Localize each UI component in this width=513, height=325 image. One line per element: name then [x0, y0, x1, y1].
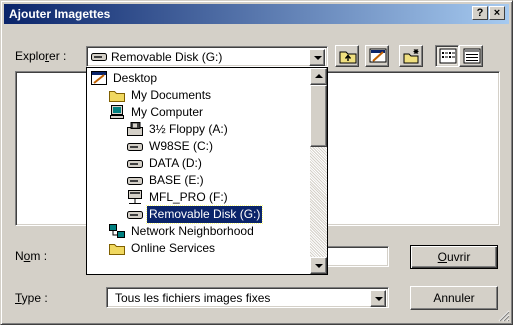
- desktop-icon: [91, 71, 107, 91]
- file-type-dropdown-button[interactable]: [370, 290, 386, 307]
- desktop-icon: [369, 48, 387, 63]
- window-title: Ajouter Imagettes: [9, 7, 111, 21]
- file-type-value: Tous les fichiers images fixes: [115, 291, 271, 305]
- dropdown-item-label: W98SE (C:): [149, 139, 214, 153]
- new-folder-icon: [403, 49, 419, 64]
- chevron-down-icon: [315, 264, 323, 268]
- dropdown-item-label: Removable Disk (G:): [145, 205, 264, 224]
- details-view-button[interactable]: [459, 45, 483, 67]
- dropdown-scrollbar[interactable]: [310, 68, 327, 274]
- explorer-label: Explorer :: [15, 49, 67, 63]
- up-one-level-button[interactable]: [335, 45, 359, 67]
- chevron-down-icon: [375, 297, 383, 301]
- dropdown-item-label: Network Neighborhood: [131, 224, 254, 238]
- dropdown-item-label: BASE (E:): [149, 173, 204, 187]
- name-label: Nom :: [15, 249, 48, 263]
- title-bar: Ajouter Imagettes ? ×: [4, 4, 509, 24]
- file-type-select[interactable]: Tous les fichiers images fixes: [106, 287, 389, 308]
- type-label: Type :: [15, 291, 48, 305]
- help-button[interactable]: ?: [472, 6, 488, 20]
- dropdown-item-label: My Computer: [131, 105, 204, 119]
- dropdown-item-label: MFL_PRO (F:): [149, 190, 228, 204]
- dropdown-item-label: Desktop: [113, 71, 158, 85]
- dropdown-item-label: DATA (D:): [149, 156, 202, 170]
- cancel-button[interactable]: Annuler: [410, 286, 498, 310]
- open-button[interactable]: Ouvrir: [410, 245, 498, 269]
- desktop-button[interactable]: [365, 45, 389, 67]
- scroll-thumb[interactable]: [310, 85, 327, 147]
- scroll-up-button[interactable]: [310, 68, 327, 85]
- close-button[interactable]: ×: [489, 6, 505, 20]
- dropdown-item-label: Online Services: [131, 241, 216, 255]
- help-icon: ?: [476, 7, 484, 19]
- scroll-down-button[interactable]: [310, 257, 327, 274]
- resize-grip-icon[interactable]: [497, 309, 510, 322]
- drive-icon: [91, 53, 107, 61]
- explorer-dropdown-button[interactable]: [309, 49, 325, 66]
- close-icon: ×: [493, 7, 501, 19]
- chevron-down-icon: [314, 56, 322, 60]
- location-dropdown-list: Desktop My Documents My Computer 3½ Floppy …: [86, 67, 328, 275]
- explorer-current-value: Removable Disk (G:): [111, 50, 223, 64]
- dropdown-item-label: 3½ Floppy (A:): [149, 122, 228, 136]
- explorer-location-combo[interactable]: Removable Disk (G:): [86, 46, 328, 67]
- dropdown-item-label: My Documents: [131, 88, 212, 102]
- chevron-up-icon: [315, 74, 323, 78]
- up-one-level-icon: [339, 51, 357, 64]
- list-view-button[interactable]: [435, 45, 459, 67]
- details-view-icon: [463, 48, 481, 64]
- new-folder-button[interactable]: [399, 45, 423, 67]
- computer-icon: [109, 105, 125, 125]
- list-view-icon: [439, 48, 457, 64]
- folder-icon: [109, 241, 125, 261]
- add-thumbnails-dialog: Ajouter Imagettes ? × Explorer : Removab…: [0, 0, 513, 325]
